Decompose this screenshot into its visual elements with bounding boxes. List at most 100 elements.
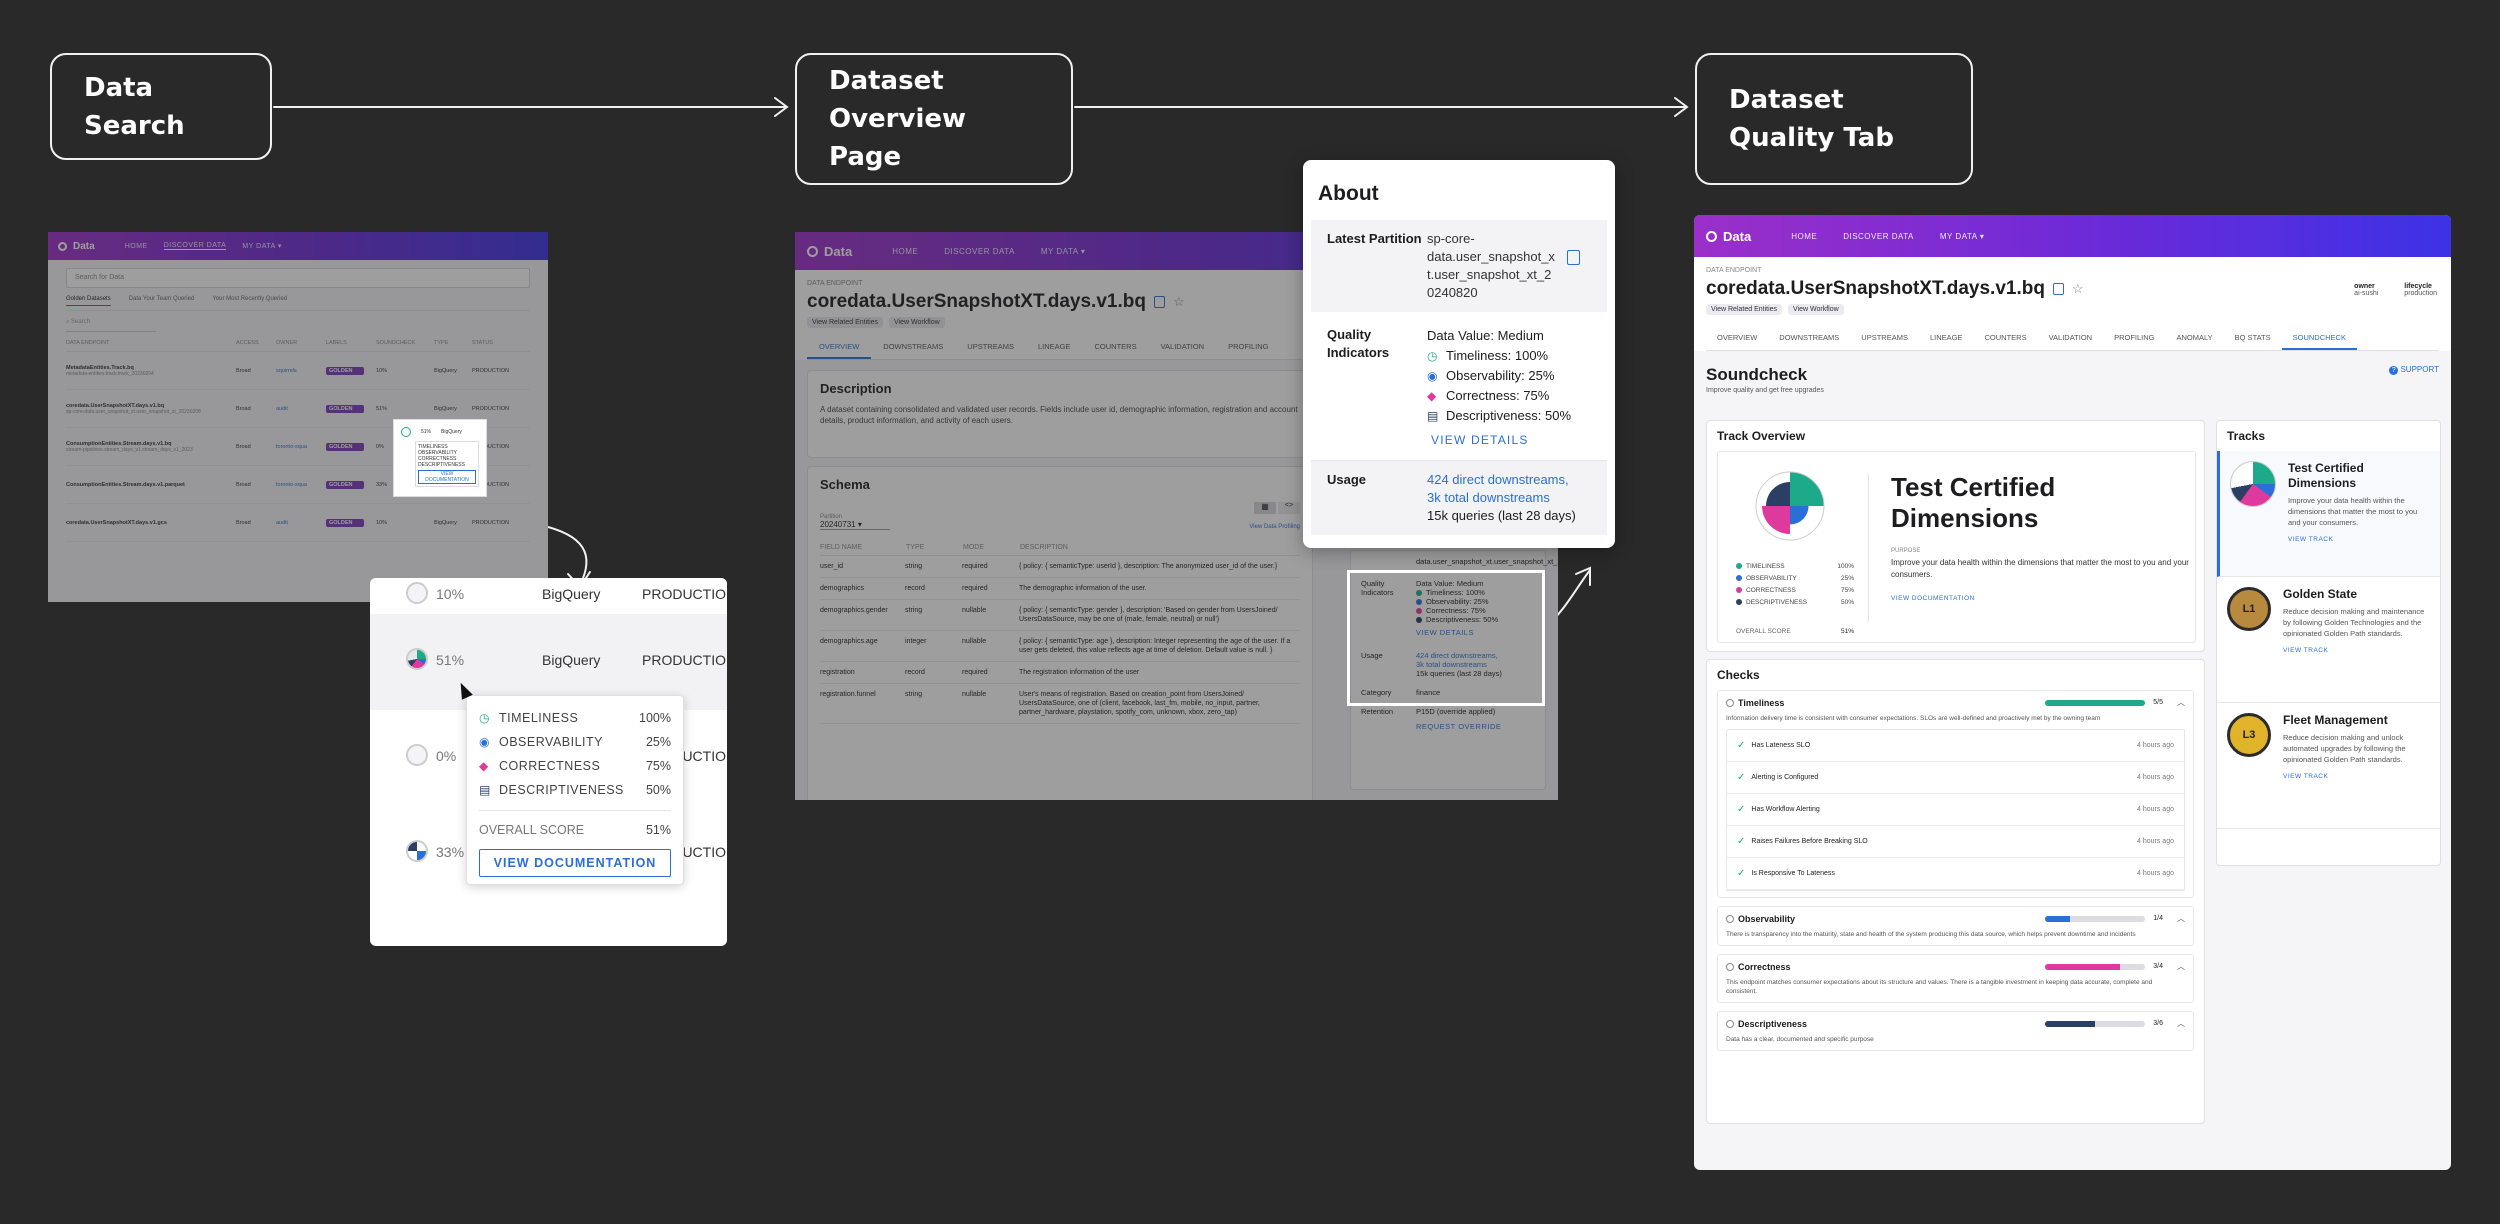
view-workflow-chip[interactable]: View Workflow xyxy=(1788,304,1844,315)
endpoint-cell[interactable]: coredata.UserSnapshotXT.days.v1.gcs xyxy=(66,520,236,526)
tab-counters[interactable]: COUNTERS xyxy=(1974,327,2038,350)
endpoint-name[interactable]: coredata.UserSnapshotXT.days.v1.gcs xyxy=(66,520,236,526)
grid-view-icon[interactable]: ▦ xyxy=(1254,502,1276,514)
view-related-entities-chip[interactable]: View Related Entities xyxy=(1706,304,1783,315)
search-input[interactable]: Search for Data xyxy=(66,268,530,288)
tab-validation[interactable]: VALIDATION xyxy=(2038,327,2103,350)
nav-home[interactable]: HOME xyxy=(1791,232,1817,241)
tab-upstreams[interactable]: UPSTREAMS xyxy=(1850,327,1919,350)
usage-link-direct[interactable]: 424 direct downstreams, xyxy=(1427,471,1576,489)
support-label: SUPPORT xyxy=(2400,365,2439,374)
check-item[interactable]: ✓ Raises Failures Before Breaking SLO 4 ho… xyxy=(1727,826,2184,858)
endpoint-cell[interactable]: coredata.UserSnapshotXT.days.v1.bq sp-cor… xyxy=(66,403,236,415)
check-group-header[interactable]: Observability 1/4 ︿ xyxy=(1726,913,2185,924)
track-name[interactable]: Fleet Management xyxy=(2283,713,2430,728)
check-list: ✓ Has Lateness SLO 4 hours ago ✓ Alerting is… xyxy=(1726,729,2185,891)
tab-bq-stats[interactable]: BQ STATS xyxy=(2224,327,2282,350)
chevron-up-icon[interactable]: ︿ xyxy=(2177,1018,2185,1029)
tab-lineage[interactable]: LINEAGE xyxy=(1919,327,1974,350)
tab-team-queried[interactable]: Data Your Team Queried xyxy=(129,296,195,306)
check-item[interactable]: ✓ Alerting is Configured 4 hours ago xyxy=(1727,762,2184,794)
usage-link-total[interactable]: 3k total downstreams xyxy=(1427,489,1576,507)
tab-downstreams[interactable]: DOWNSTREAMS xyxy=(1768,327,1850,350)
tab-overview[interactable]: OVERVIEW xyxy=(807,336,872,359)
star-icon[interactable]: ☆ xyxy=(2072,281,2084,297)
tab-profiling[interactable]: PROFILING xyxy=(2103,327,2165,350)
nav-mydata[interactable]: MY DATA ▾ xyxy=(1041,247,1086,256)
owner-cell[interactable]: toronto-squa xyxy=(276,482,326,488)
endpoint-cell[interactable]: MetadataEntities.Track.bq metadata-entiti… xyxy=(66,365,236,377)
track-name[interactable]: Golden State xyxy=(2283,587,2430,602)
tab-anomaly[interactable]: ANOMALY xyxy=(2166,327,2224,350)
check-group-header[interactable]: Descriptiveness 3/6 ︿ xyxy=(1726,1018,2185,1029)
tab-overview[interactable]: OVERVIEW xyxy=(1706,327,1768,350)
view-track-link[interactable]: VIEW TRACK xyxy=(2283,647,2430,654)
track-item[interactable]: L1 Golden State Reduce decision making and… xyxy=(2217,577,2440,703)
view-workflow-chip[interactable]: View Workflow xyxy=(889,317,945,328)
table-row[interactable]: MetadataEntities.Track.bq metadata-entiti… xyxy=(66,352,530,390)
nav-home[interactable]: HOME xyxy=(125,243,148,250)
nav-discover[interactable]: DISCOVER DATA xyxy=(1843,232,1914,241)
type-cell: BigQuery xyxy=(434,367,457,374)
check-item[interactable]: ✓ Is Responsive To Lateness 4 hours ago xyxy=(1727,858,2184,890)
tab-counters[interactable]: COUNTERS xyxy=(1083,336,1149,359)
nav-home[interactable]: HOME xyxy=(892,247,918,256)
track-name[interactable]: Test Certified Dimensions xyxy=(2288,461,2430,491)
chevron-up-icon[interactable]: ︿ xyxy=(2177,697,2185,708)
check-group-header[interactable]: Timeliness 5/5 ︿ xyxy=(1726,697,2185,708)
view-details-link[interactable]: VIEW DETAILS xyxy=(1427,430,1571,450)
endpoint-cell[interactable]: ConsumptionEntities.Stream.days.v1.parqu… xyxy=(66,482,236,488)
mode-cell: nullable xyxy=(962,691,987,698)
check-item[interactable]: ✓ Has Lateness SLO 4 hours ago xyxy=(1727,730,2184,762)
hero-title-line2: Dimensions xyxy=(1891,503,2039,533)
legend-left: OBSERVABILITY xyxy=(1736,575,1797,582)
tab-validation[interactable]: VALIDATION xyxy=(1149,336,1216,359)
check-item[interactable]: ✓ Has Workflow Alerting 4 hours ago xyxy=(1727,794,2184,826)
chevron-up-icon[interactable]: ︿ xyxy=(2177,913,2185,924)
type-cell: string xyxy=(905,691,923,698)
brand[interactable]: Data xyxy=(58,241,95,252)
view-track-link[interactable]: VIEW TRACK xyxy=(2283,773,2430,780)
copy-icon[interactable] xyxy=(2052,283,2064,295)
tab-lineage[interactable]: LINEAGE xyxy=(1026,336,1083,359)
view-related-entities-chip[interactable]: View Related Entities xyxy=(807,317,884,328)
star-icon[interactable]: ☆ xyxy=(1173,294,1185,310)
owner-value[interactable]: ai-sushi xyxy=(2354,290,2378,297)
track-item[interactable]: L3 Fleet Management Reduce decision making… xyxy=(2217,703,2440,829)
request-override-link[interactable]: REQUEST OVERRIDE xyxy=(1416,722,1535,731)
tab-recent[interactable]: Your Most Recently Queried xyxy=(212,296,287,306)
tab-downstreams[interactable]: DOWNSTREAMS xyxy=(871,336,955,359)
endpoint-cell[interactable]: ConsumptionEntities.Stream.days.v1.bq str… xyxy=(66,441,236,453)
chevron-up-icon[interactable]: ︿ xyxy=(2177,961,2185,972)
nav-mydata[interactable]: MY DATA ▾ xyxy=(1940,232,1985,241)
tab-soundcheck[interactable]: SOUNDCHECK xyxy=(2281,327,2357,350)
tab-profiling[interactable]: PROFILING xyxy=(1216,336,1280,359)
copy-icon[interactable] xyxy=(1153,296,1165,308)
partition-select[interactable]: 20240731 ▾ xyxy=(820,520,890,530)
copy-icon[interactable] xyxy=(1567,250,1580,265)
owner-cell[interactable]: audit xyxy=(276,406,326,412)
hl-doc-button[interactable]: VIEW DOCUMENTATION xyxy=(418,470,476,484)
tab-golden[interactable]: Golden Datasets xyxy=(66,296,111,306)
filter-input[interactable]: ⌕ Search xyxy=(66,319,156,332)
brand[interactable]: Data xyxy=(1706,229,1751,244)
code-view-icon[interactable]: <> xyxy=(1278,502,1300,514)
tab-upstreams[interactable]: UPSTREAMS xyxy=(955,336,1026,359)
owner-cell[interactable]: audit xyxy=(276,520,326,526)
view-documentation-button[interactable]: VIEW DOCUMENTATION xyxy=(479,849,671,877)
view-documentation-link[interactable]: VIEW DOCUMENTATION xyxy=(1891,595,2191,602)
nav-discover[interactable]: DISCOVER DATA xyxy=(944,247,1015,256)
table-row[interactable]: coredata.UserSnapshotXT.days.v1.gcs Broad… xyxy=(66,504,530,542)
support-link[interactable]: ? SUPPORT xyxy=(2389,365,2439,394)
track-item[interactable]: Test Certified Dimensions Improve your da… xyxy=(2217,451,2440,577)
nav-mydata[interactable]: MY DATA ▾ xyxy=(242,242,282,250)
owner-cell[interactable]: toronto-squa xyxy=(276,444,326,450)
view-profiling-link[interactable]: View Data Profiling xyxy=(1249,524,1300,530)
view-track-link[interactable]: VIEW TRACK xyxy=(2288,536,2430,543)
brand[interactable]: Data xyxy=(807,244,852,259)
owner-cell[interactable]: squirrels xyxy=(276,368,326,374)
endpoint-name[interactable]: ConsumptionEntities.Stream.days.v1.parqu… xyxy=(66,482,236,488)
table-header: DATA ENDPOINT ACCESS OWNER LABELS SOUNDC… xyxy=(66,340,530,352)
nav-discover[interactable]: DISCOVER DATA xyxy=(163,242,227,250)
check-group-header[interactable]: Correctness 3/4 ︿ xyxy=(1726,961,2185,972)
